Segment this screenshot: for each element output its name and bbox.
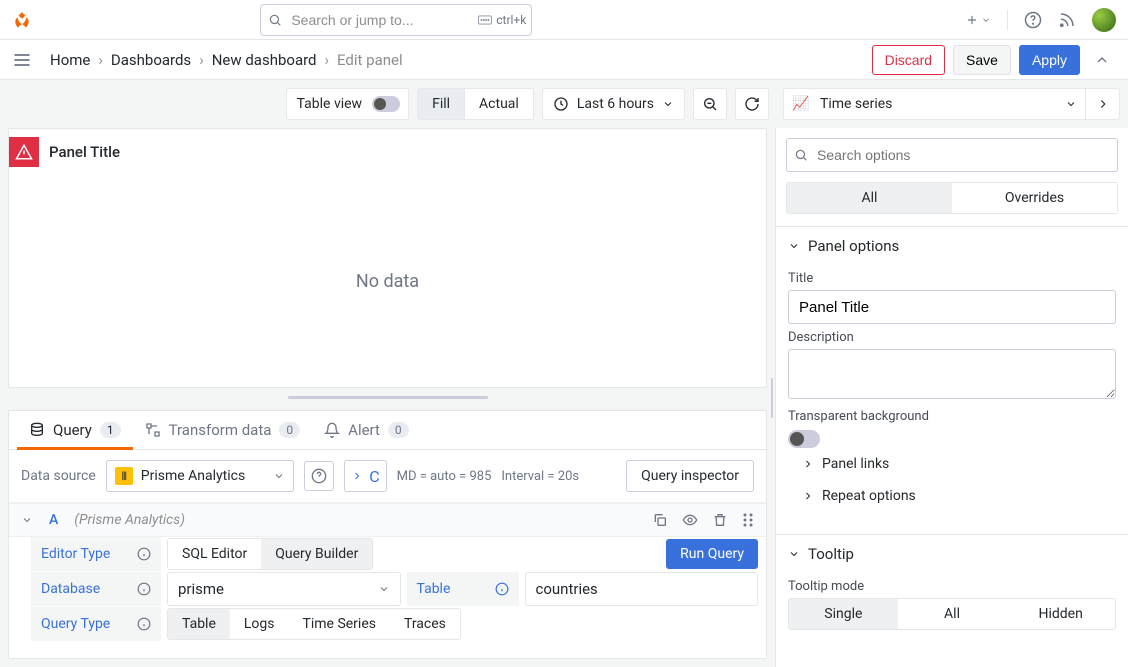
run-query-button[interactable]: Run Query [666, 539, 758, 569]
query-id[interactable]: A [45, 512, 62, 528]
chevron-right-icon [802, 458, 814, 470]
qtype-traces-button[interactable]: Traces [390, 609, 460, 639]
visualization-picker[interactable]: 📈 Time series [783, 88, 1086, 120]
duplicate-query-icon[interactable] [652, 512, 668, 528]
timeseries-icon: 📈 [792, 96, 810, 112]
description-textarea[interactable] [788, 349, 1116, 399]
info-icon[interactable] [137, 547, 151, 561]
toggle-visibility-icon[interactable] [682, 512, 698, 528]
collapse-query-icon[interactable] [21, 514, 33, 526]
crumb-dashboards[interactable]: Dashboards [111, 51, 191, 69]
apply-button[interactable]: Apply [1019, 45, 1080, 75]
tab-alert[interactable]: Alert 0 [312, 411, 421, 449]
menu-icon[interactable] [12, 50, 32, 70]
grafana-logo[interactable] [12, 10, 32, 30]
qtype-logs-button[interactable]: Logs [230, 609, 289, 639]
tooltip-all-button[interactable]: All [898, 599, 1007, 629]
divider [1007, 10, 1008, 30]
info-icon[interactable] [137, 617, 151, 631]
panel-options-header[interactable]: Panel options [776, 227, 1128, 265]
chevron-down-icon [788, 240, 800, 252]
chevron-right-icon [802, 490, 814, 502]
datasource-help-button[interactable] [304, 461, 334, 491]
fill-button[interactable]: Fill [418, 89, 464, 119]
repeat-options-header[interactable]: Repeat options [788, 480, 1116, 512]
chevron-down-icon [788, 548, 800, 560]
description-label: Description [788, 330, 1116, 345]
avatar[interactable] [1092, 8, 1116, 32]
breadcrumb: Home › Dashboards › New dashboard › Edit… [50, 51, 403, 69]
delete-query-icon[interactable] [712, 512, 728, 528]
zoom-out-button[interactable] [693, 88, 727, 120]
qtype-table-button[interactable]: Table [168, 609, 230, 639]
transform-icon [145, 422, 161, 438]
database-select[interactable]: prisme [167, 572, 401, 606]
query-type-label: Query Type [31, 607, 161, 641]
bell-icon [324, 422, 340, 438]
qtype-timeseries-button[interactable]: Time Series [289, 609, 390, 639]
warning-icon[interactable] [9, 137, 39, 167]
panel-links-header[interactable]: Panel links [788, 448, 1116, 480]
interval-meta: Interval = 20s [501, 469, 579, 484]
crumb-new-dashboard[interactable]: New dashboard [212, 51, 317, 69]
drag-handle-icon[interactable] [742, 512, 754, 528]
tab-all[interactable]: All [787, 183, 952, 213]
help-icon[interactable] [1024, 11, 1042, 29]
query-inspector-button[interactable]: Query inspector [626, 460, 754, 492]
tooltip-mode-label: Tooltip mode [788, 579, 1116, 594]
options-search-input[interactable] [786, 138, 1118, 172]
tab-overrides[interactable]: Overrides [952, 183, 1117, 213]
datasource-logo: ||| [115, 467, 133, 485]
tooltip-header[interactable]: Tooltip [776, 535, 1128, 573]
editor-type-label: Editor Type [31, 537, 161, 571]
chevron-down-icon [662, 98, 674, 110]
sql-editor-button[interactable]: SQL Editor [168, 539, 261, 569]
refresh-button[interactable] [735, 88, 769, 120]
news-icon[interactable] [1058, 11, 1076, 29]
query-builder-button[interactable]: Query Builder [261, 539, 372, 569]
add-menu[interactable] [965, 13, 991, 27]
vertical-splitter[interactable] [769, 128, 775, 667]
table-view-toggle[interactable]: Table view [286, 88, 410, 120]
datasource-picker[interactable]: ||| Prisme Analytics [106, 460, 294, 492]
save-button[interactable]: Save [953, 45, 1011, 75]
table-label: Table [407, 572, 519, 606]
mixed-datasource-button[interactable]: C [344, 460, 386, 492]
datasource-label: Data source [21, 468, 96, 484]
tab-query[interactable]: Query 1 [17, 411, 133, 449]
panel-preview: Panel Title No data [8, 128, 767, 388]
chevron-down-icon [1065, 98, 1077, 110]
search-icon [268, 13, 282, 27]
collapse-options-icon[interactable] [1088, 52, 1116, 68]
query-datasource-name: (Prisme Analytics) [74, 512, 185, 528]
panel-title: Panel Title [49, 143, 120, 161]
title-label: Title [788, 271, 1116, 286]
search-shortcut: ctrl+k [478, 13, 526, 27]
tooltip-hidden-button[interactable]: Hidden [1006, 599, 1115, 629]
clock-icon [553, 96, 569, 112]
info-icon[interactable] [495, 582, 509, 596]
tooltip-single-button[interactable]: Single [789, 599, 898, 629]
database-icon [29, 422, 45, 438]
transparent-toggle[interactable] [788, 430, 820, 448]
time-range-picker[interactable]: Last 6 hours [542, 88, 685, 120]
discard-button[interactable]: Discard [872, 45, 945, 75]
crumb-edit-panel: Edit panel [337, 51, 403, 69]
md-meta: MD = auto = 985 [397, 469, 492, 484]
search-icon [794, 148, 808, 162]
expand-viz-button[interactable] [1086, 88, 1120, 120]
no-data-message: No data [9, 175, 766, 387]
title-input[interactable] [788, 290, 1116, 324]
horizontal-splitter[interactable] [8, 396, 767, 402]
table-select[interactable]: countries [525, 572, 759, 606]
actual-button[interactable]: Actual [464, 89, 533, 119]
info-icon[interactable] [137, 582, 151, 596]
database-label: Database [31, 572, 161, 606]
crumb-home[interactable]: Home [50, 51, 90, 69]
transparent-label: Transparent background [788, 409, 1116, 424]
tab-transform[interactable]: Transform data 0 [133, 411, 313, 449]
